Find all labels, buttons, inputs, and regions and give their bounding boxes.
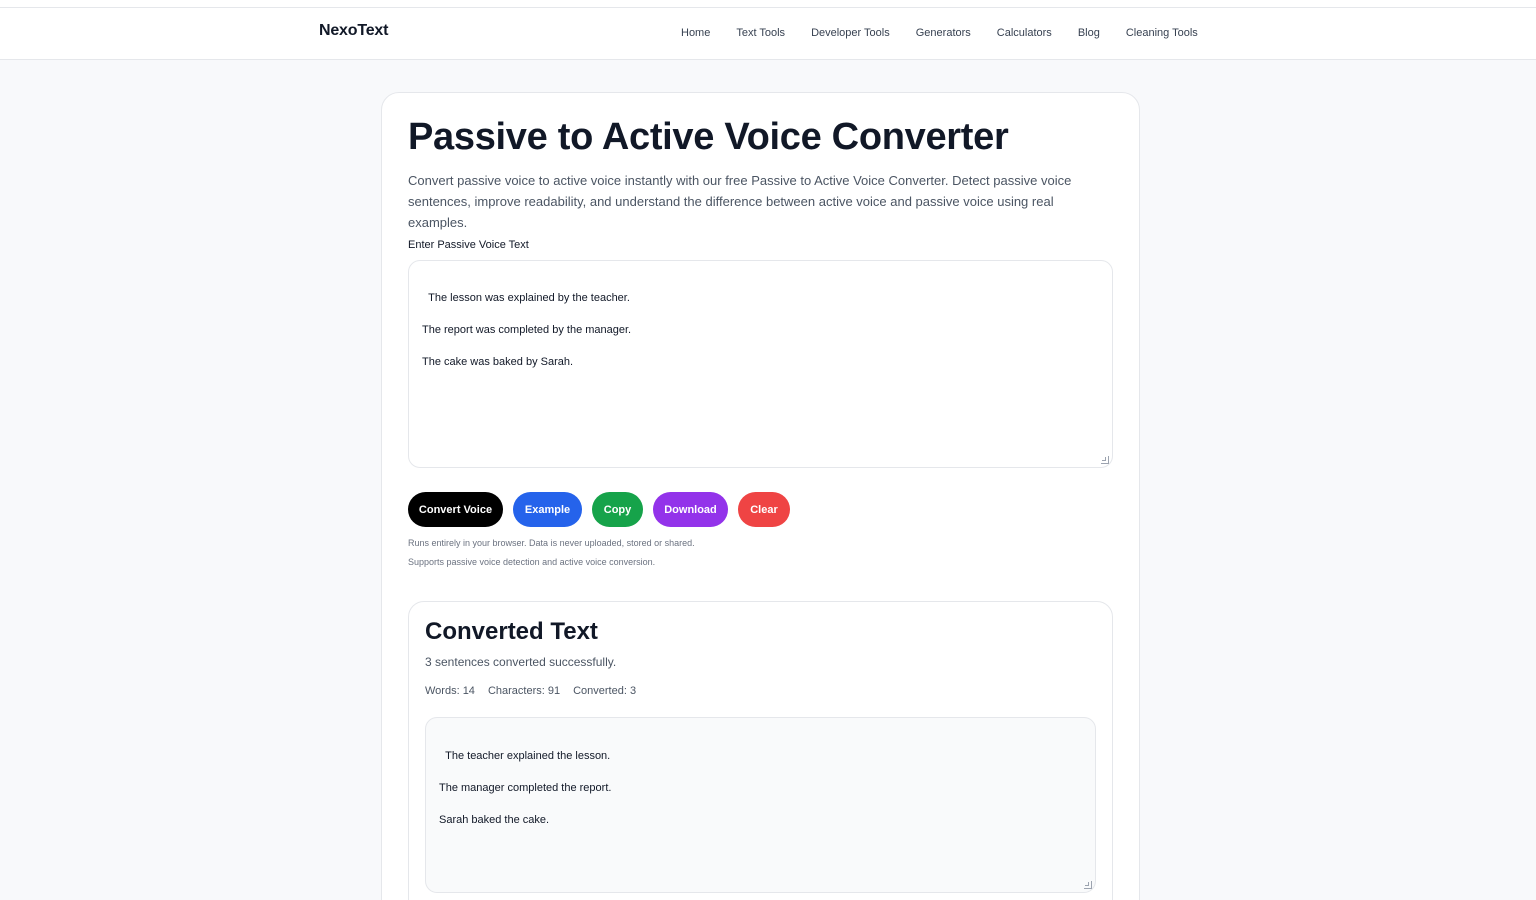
converted-text-value: The teacher explained the lesson. The ma… <box>439 750 612 826</box>
nav-link-developer-tools[interactable]: Developer Tools <box>811 27 890 39</box>
convert-voice-button[interactable]: Convert Voice <box>408 492 503 527</box>
input-label: Enter Passive Voice Text <box>408 239 529 251</box>
resize-handle-icon[interactable] <box>1101 456 1109 464</box>
page-title: Passive to Active Voice Converter <box>408 116 1009 158</box>
example-button[interactable]: Example <box>513 492 582 527</box>
stat-converted: Converted: 3 <box>573 685 637 697</box>
privacy-note: Runs entirely in your browser. Data is n… <box>408 538 695 548</box>
nav-links: Home Text Tools Developer Tools Generato… <box>681 27 1198 39</box>
site-logo[interactable]: NexoText <box>319 22 388 40</box>
passive-text-input[interactable]: The lesson was explained by the teacher.… <box>408 260 1113 468</box>
result-status: 3 sentences converted successfully. <box>425 655 617 669</box>
passive-text-value: The lesson was explained by the teacher.… <box>422 292 632 368</box>
top-strip <box>0 0 1536 8</box>
page-description: Convert passive voice to active voice in… <box>408 173 1072 230</box>
nav-link-calculators[interactable]: Calculators <box>997 27 1052 39</box>
download-button[interactable]: Download <box>653 492 728 527</box>
nav-link-text-tools[interactable]: Text Tools <box>736 27 785 39</box>
stat-words: Words: 14 <box>425 685 475 697</box>
clear-button[interactable]: Clear <box>738 492 790 527</box>
converted-text-output[interactable]: The teacher explained the lesson. The ma… <box>425 717 1096 893</box>
support-note: Supports passive voice detection and act… <box>408 557 656 567</box>
navbar: NexoText Home Text Tools Developer Tools… <box>0 8 1536 60</box>
result-title: Converted Text <box>425 618 598 645</box>
nav-link-home[interactable]: Home <box>681 27 710 39</box>
nav-link-generators[interactable]: Generators <box>916 27 971 39</box>
copy-button[interactable]: Copy <box>592 492 643 527</box>
action-buttons: Convert Voice Example Copy Download Clea… <box>408 492 790 527</box>
nav-link-cleaning-tools[interactable]: Cleaning Tools <box>1126 27 1198 39</box>
result-stats: Words: 14 Characters: 91 Converted: 3 <box>425 685 649 697</box>
stat-characters: Characters: 91 <box>487 685 561 697</box>
resize-handle-icon[interactable] <box>1084 881 1092 889</box>
nav-link-blog[interactable]: Blog <box>1078 27 1100 39</box>
